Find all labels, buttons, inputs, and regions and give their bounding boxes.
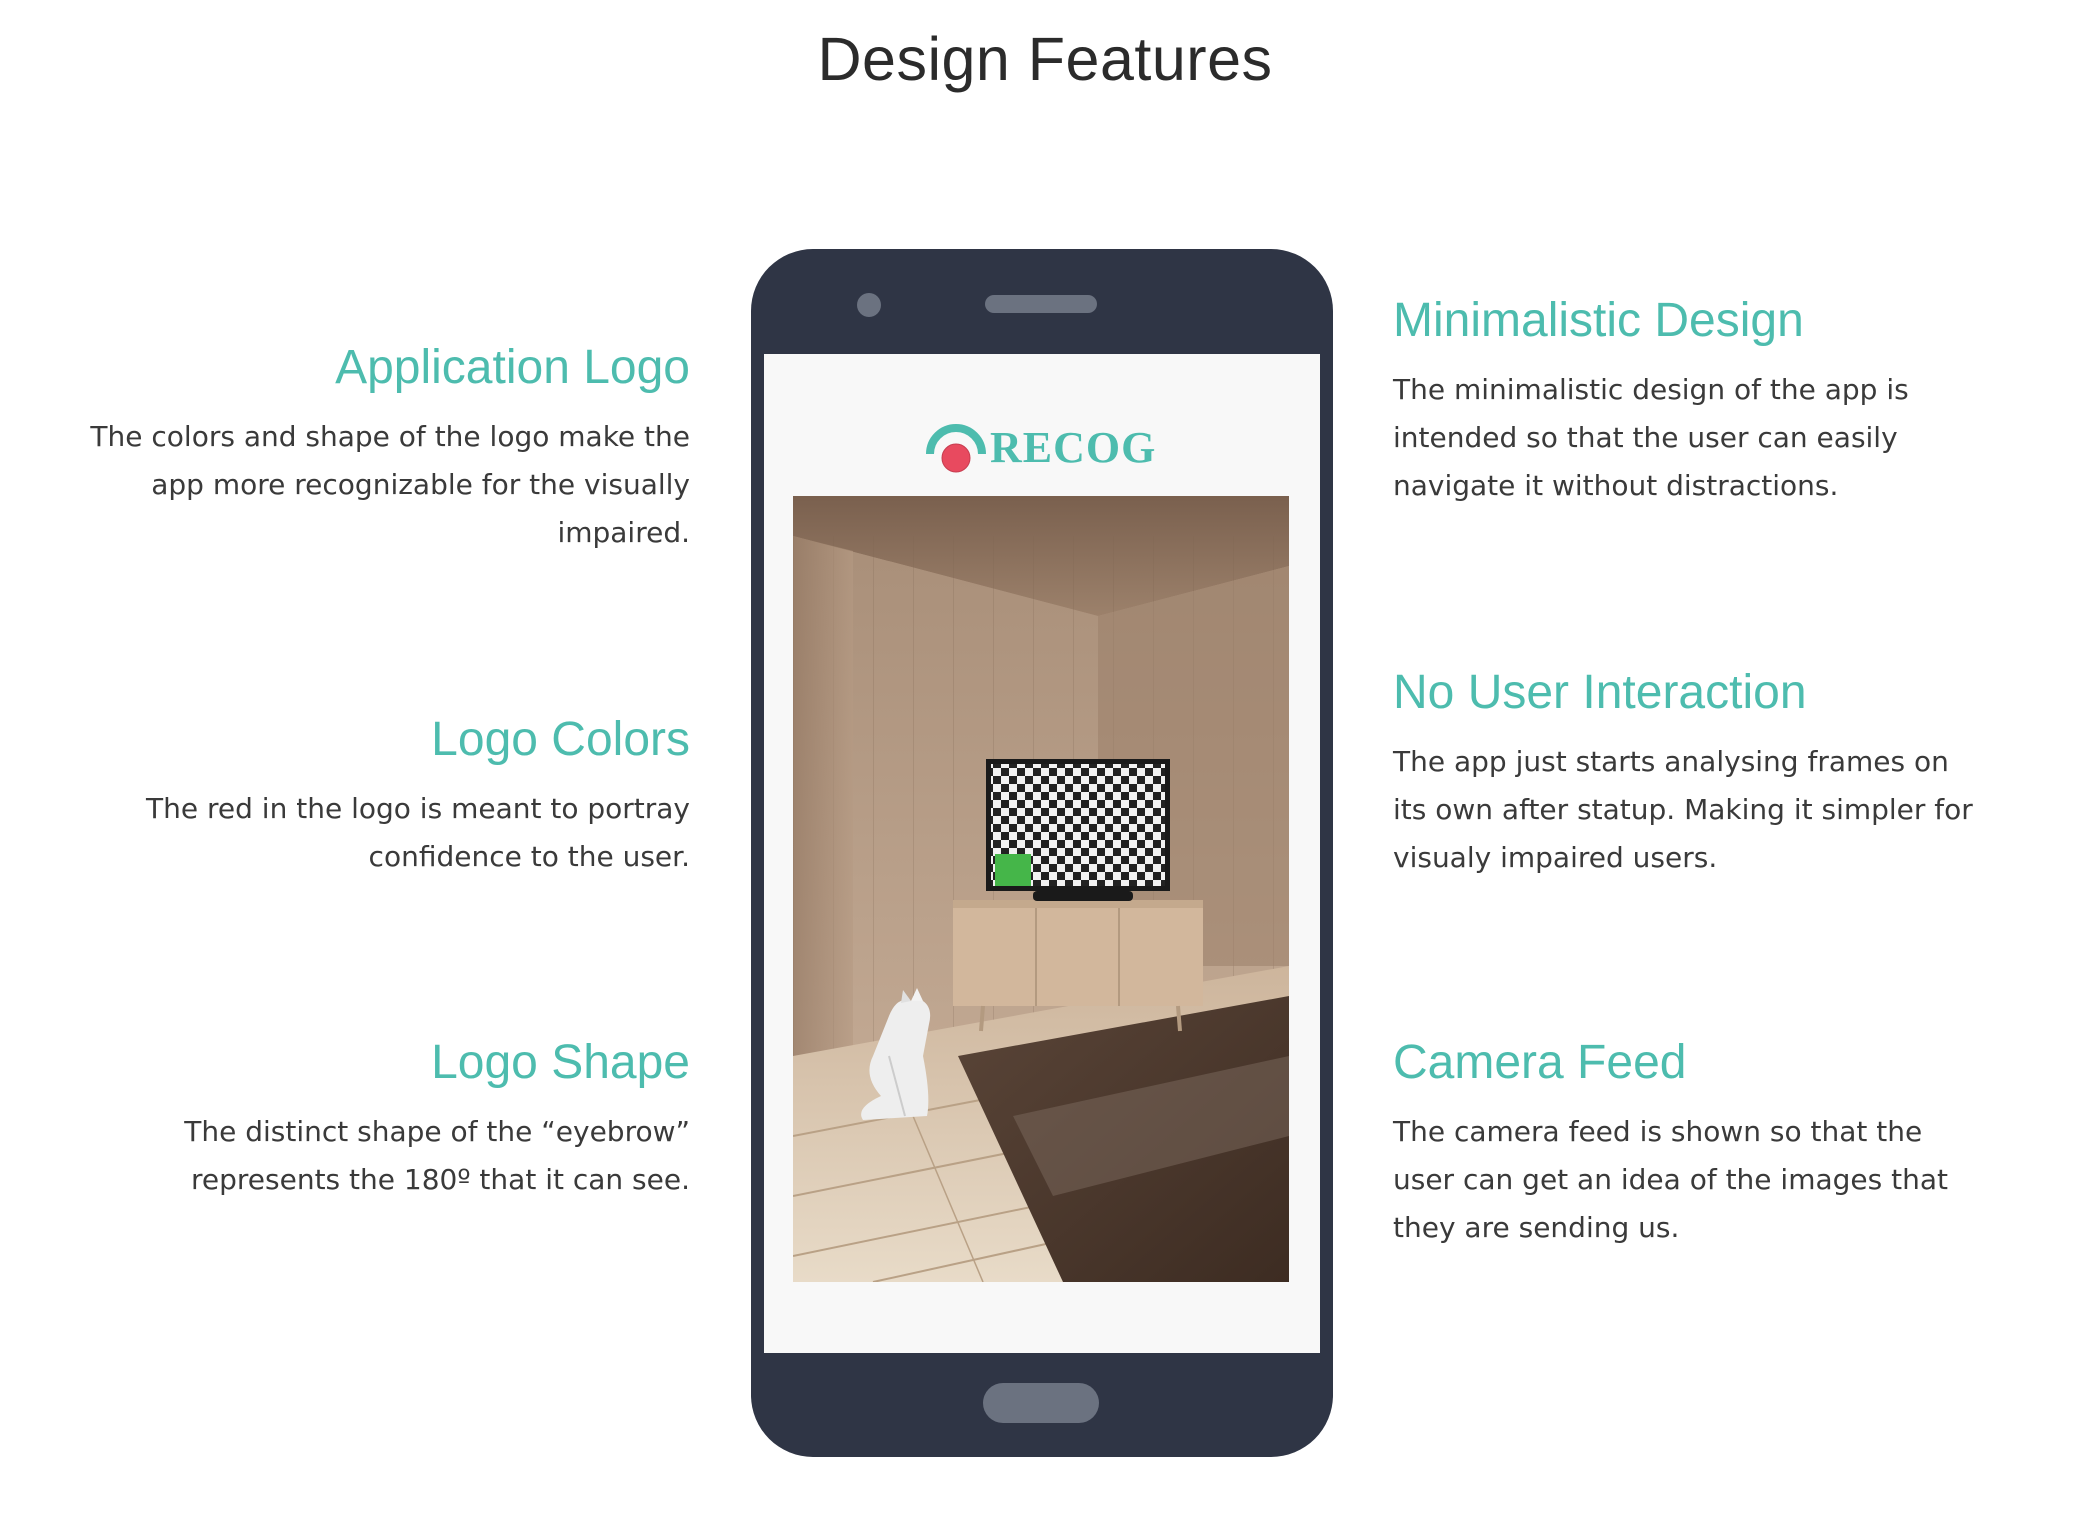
camera-feed-scene	[793, 496, 1289, 1282]
speaker-icon	[985, 295, 1097, 313]
feature-no-user-interaction: No User Interaction The app just starts …	[1393, 665, 1973, 882]
app-logo: RECOG	[926, 418, 1166, 478]
recog-eye-logo-icon	[926, 424, 986, 473]
feature-camera-feed: Camera Feed The camera feed is shown so …	[1393, 1035, 1973, 1252]
feature-title: Logo Colors	[431, 713, 690, 766]
feature-title: No User Interaction	[1393, 666, 1807, 719]
feature-description: The camera feed is shown so that the use…	[1393, 1115, 1948, 1244]
page-title: Design Features	[817, 25, 1273, 93]
app-name: RECOG	[990, 423, 1157, 472]
phone-mockup: RECOG	[751, 249, 1333, 1457]
camera-feed-image	[793, 496, 1289, 1282]
feature-title: Minimalistic Design	[1393, 294, 1804, 347]
camera-icon	[857, 293, 881, 317]
feature-minimalistic-design: Minimalistic Design The minimalistic des…	[1393, 293, 1973, 510]
feature-logo-colors: Logo Colors The red in the logo is meant…	[90, 712, 690, 881]
home-button-icon[interactable]	[983, 1383, 1099, 1423]
feature-title: Application Logo	[335, 341, 690, 394]
feature-title: Logo Shape	[431, 1036, 690, 1089]
feature-title: Camera Feed	[1393, 1036, 1687, 1089]
phone-screen: RECOG	[764, 354, 1320, 1353]
feature-description: The red in the logo is meant to portray …	[146, 792, 690, 873]
feature-application-logo: Application Logo The colors and shape of…	[90, 340, 690, 557]
feature-description: The app just starts analysing frames on …	[1393, 745, 1973, 874]
feature-description: The colors and shape of the logo make th…	[90, 420, 690, 549]
feature-description: The distinct shape of the “eyebrow” repr…	[184, 1115, 690, 1196]
feature-description: The minimalistic design of the app is in…	[1393, 373, 1909, 502]
feature-logo-shape: Logo Shape The distinct shape of the “ey…	[90, 1035, 690, 1204]
